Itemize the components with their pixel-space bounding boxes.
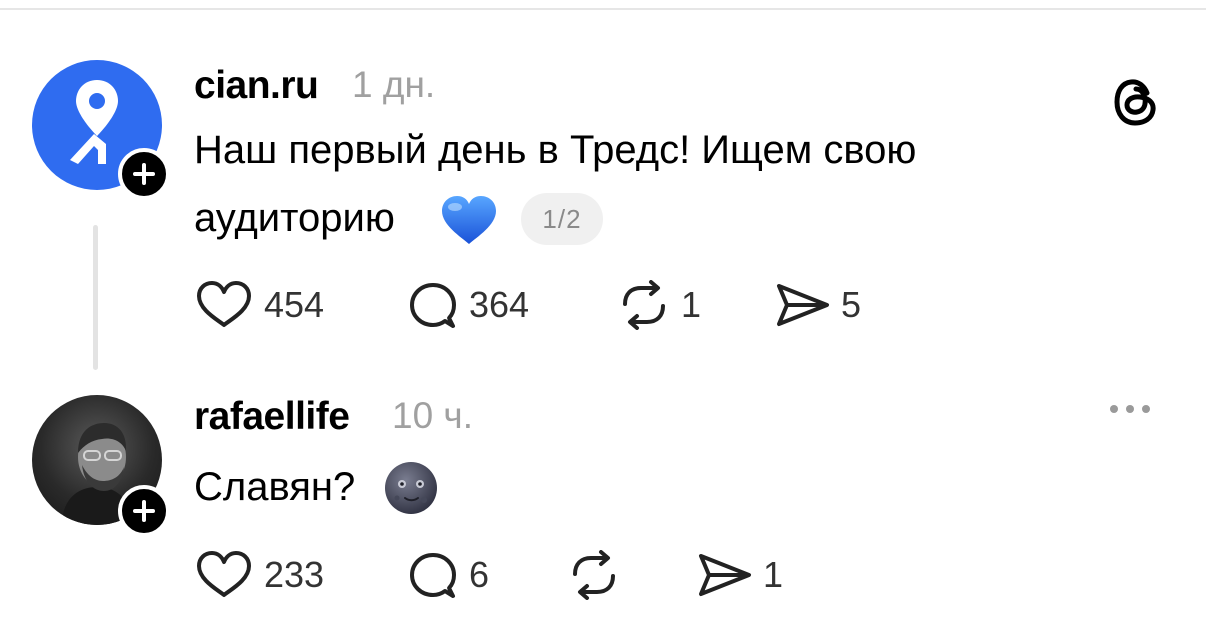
- reply-button[interactable]: 364: [407, 280, 529, 330]
- heart-icon: [197, 551, 251, 597]
- share-button[interactable]: 5: [775, 280, 861, 330]
- plus-icon: [133, 163, 155, 185]
- send-icon: [777, 284, 829, 326]
- post-text-line-2: аудиторию: [194, 196, 395, 240]
- reply-count: 364: [469, 284, 530, 325]
- repost-icon: [573, 550, 615, 600]
- post-text-line-1: Наш первый день в Тредс! Ищем свою: [194, 128, 917, 172]
- threads-icon[interactable]: [1112, 76, 1160, 133]
- follow-button[interactable]: [118, 485, 170, 537]
- repost-icon: [623, 280, 665, 330]
- share-count: 5: [841, 284, 862, 325]
- like-count: 454: [264, 284, 325, 325]
- reply-count: 6: [469, 554, 490, 595]
- comment-icon: [410, 283, 456, 328]
- page-indicator: 1/2: [521, 193, 603, 245]
- post-username[interactable]: cian.ru: [194, 64, 319, 108]
- blue-heart-icon: [439, 194, 499, 251]
- top-divider: [0, 8, 1206, 10]
- repost-button[interactable]: [567, 550, 631, 600]
- more-icon[interactable]: [1110, 405, 1150, 413]
- post-timestamp: 10 ч.: [392, 395, 473, 436]
- new-moon-face-icon: [383, 460, 439, 521]
- plus-icon: [133, 500, 155, 522]
- like-button[interactable]: 454: [194, 280, 324, 330]
- repost-count: 1: [681, 284, 702, 325]
- reply-button[interactable]: 6: [407, 550, 489, 600]
- comment-icon: [410, 553, 456, 598]
- thread-connector-line: [93, 225, 98, 370]
- repost-button[interactable]: 1: [617, 280, 701, 330]
- post-text: Славян?: [194, 465, 356, 509]
- like-count: 233: [264, 554, 325, 595]
- follow-button[interactable]: [118, 148, 170, 200]
- heart-icon: [197, 281, 251, 327]
- like-button[interactable]: 233: [194, 550, 324, 600]
- post-username[interactable]: rafaellife: [194, 395, 350, 439]
- share-button[interactable]: 1: [697, 550, 783, 600]
- send-icon: [699, 554, 751, 596]
- post-timestamp: 1 дн.: [352, 64, 436, 105]
- share-count: 1: [763, 554, 784, 595]
